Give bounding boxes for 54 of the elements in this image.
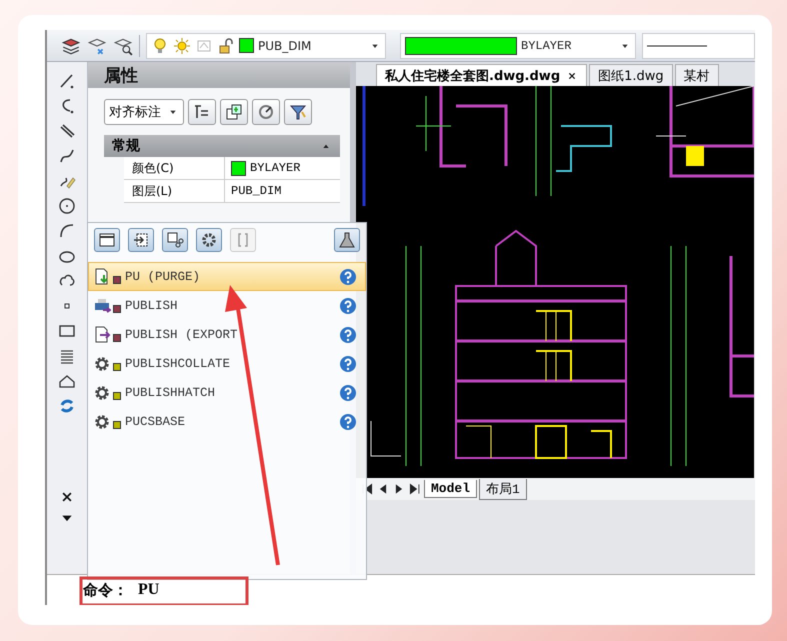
document-tab[interactable]: 图纸1.dwg (589, 64, 673, 86)
command-suggestion[interactable]: PUBLISH (EXPORT (88, 320, 366, 349)
help-icon[interactable] (339, 268, 357, 286)
section-title: 常规 (112, 137, 140, 155)
property-value[interactable]: BYLAYER (225, 157, 340, 179)
unlock-icon[interactable] (217, 36, 235, 54)
command-suggestion[interactable]: PUCSBASE (88, 407, 366, 436)
gear-icon[interactable] (93, 412, 111, 430)
help-icon[interactable] (339, 384, 357, 402)
layout-tab[interactable]: Model (424, 480, 478, 498)
gear-icon[interactable] (93, 354, 111, 372)
color-dropdown[interactable]: BYLAYER (400, 32, 636, 58)
layer-color-swatch (239, 38, 254, 53)
help-icon[interactable] (339, 354, 357, 372)
gear-icon[interactable] (93, 384, 111, 402)
last-page-icon[interactable] (408, 482, 422, 496)
properties-title: 属性 (88, 62, 350, 88)
document-tab[interactable]: 私人住宅楼全套图.dwg.dwg (376, 64, 588, 86)
linetype-dropdown[interactable] (642, 32, 755, 58)
line-icon[interactable] (58, 72, 76, 90)
command-suggestion[interactable]: PUBLISHCOLLATE (88, 349, 366, 378)
file-export-icon[interactable] (93, 326, 111, 344)
filter-icon[interactable] (289, 103, 307, 121)
sun-icon[interactable] (173, 36, 191, 54)
flask-icon[interactable] (338, 231, 356, 249)
help-icon[interactable] (339, 412, 357, 430)
add-selection-icon[interactable] (225, 103, 243, 121)
help-icon[interactable] (339, 326, 357, 344)
command-suggestion[interactable]: PUBLISH (88, 291, 366, 320)
close-icon[interactable] (60, 490, 74, 504)
printer-icon[interactable] (93, 296, 111, 314)
document-tab[interactable]: 某村 (674, 64, 719, 86)
linetype-sample (647, 44, 707, 48)
help-icon[interactable] (339, 296, 357, 314)
list-icon[interactable] (193, 103, 211, 121)
command-suggestion[interactable]: PU (PURGE) (88, 262, 366, 291)
gear-icon[interactable] (200, 231, 218, 249)
property-value[interactable]: PUB_DIM (225, 180, 340, 202)
layer-dropdown[interactable]: PUB_DIM (146, 32, 386, 58)
double-line-icon[interactable] (58, 122, 76, 140)
property-label: 图层(L) (124, 180, 225, 202)
refresh-icon[interactable] (58, 397, 76, 415)
arc-icon[interactable] (58, 222, 76, 240)
command-suggestion[interactable]: PUBLISHHATCH (88, 378, 366, 407)
spline-icon[interactable] (58, 147, 76, 165)
layout-tab[interactable]: 布局1 (479, 478, 527, 500)
color-swatch (231, 160, 246, 176)
command-input[interactable]: PU (138, 581, 198, 599)
circle-icon[interactable] (58, 197, 76, 215)
property-label: 颜色(C) (124, 157, 225, 179)
window-icon[interactable] (98, 231, 116, 249)
command-prompt: 命令： (83, 580, 128, 600)
insert-icon[interactable] (132, 231, 150, 249)
object-type-dropdown[interactable]: 对齐标注 (104, 99, 184, 125)
